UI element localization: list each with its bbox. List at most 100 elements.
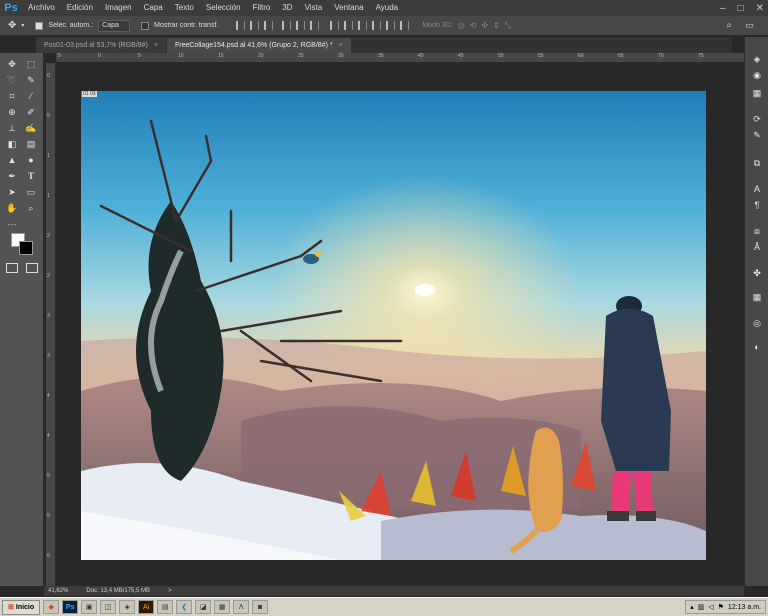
marquee-tool-icon[interactable]: ⬚ <box>24 57 38 71</box>
distribute-vcenter-icon[interactable] <box>344 21 354 30</box>
menu-ayuda[interactable]: Ayuda <box>370 0 405 16</box>
lasso-tool-icon[interactable]: ➰ <box>5 73 19 87</box>
align-bottom-icon[interactable] <box>264 21 274 30</box>
quick-mask-icon[interactable] <box>6 263 18 273</box>
taskbar-app-icon[interactable]: ▤ <box>157 600 174 614</box>
grid-icon[interactable]: ▦ <box>751 291 763 303</box>
layer-comps-icon[interactable]: ⧈ <box>751 225 763 237</box>
taskbar-vscode-icon[interactable]: ❮ <box>176 600 193 614</box>
taskbar-app-icon[interactable]: Λ <box>233 600 250 614</box>
character-icon[interactable]: A <box>751 183 763 195</box>
menu-filtro[interactable]: Filtro <box>247 0 277 16</box>
flag-icon[interactable]: ⚑ <box>718 603 724 611</box>
type-tool-icon[interactable]: T <box>24 169 38 183</box>
zoom-level[interactable]: 41,62% <box>48 588 68 594</box>
close-button[interactable]: ✕ <box>756 3 764 14</box>
layers-3d-icon[interactable]: ◈ <box>751 53 763 65</box>
distribute-bottom-icon[interactable] <box>358 21 368 30</box>
menu-texto[interactable]: Texto <box>169 0 200 16</box>
swatches-icon[interactable]: ▦ <box>751 87 763 99</box>
artboard-image[interactable] <box>81 91 706 560</box>
search-icon[interactable]: ⌕ <box>726 20 732 31</box>
3d-drag-icon[interactable]: ✣ <box>481 21 488 30</box>
align-top-icon[interactable] <box>236 21 246 30</box>
menu-capa[interactable]: Capa <box>138 0 169 16</box>
crop-tool-icon[interactable]: ⌗ <box>5 89 19 103</box>
network-icon[interactable]: ▥ <box>698 603 705 611</box>
background-color-swatch[interactable] <box>19 241 33 255</box>
start-button[interactable]: ⊞ Inicio <box>2 599 41 615</box>
volume-icon[interactable]: ◁ <box>708 603 713 611</box>
tray-arrow-icon[interactable]: ▴ <box>690 603 694 611</box>
auto-select-checkbox[interactable] <box>35 21 44 30</box>
taskbar-app-icon[interactable]: ▣ <box>81 600 98 614</box>
healing-tool-icon[interactable]: ⊕ <box>5 105 19 119</box>
glyphs-icon[interactable]: Å <box>751 241 763 253</box>
taskbar-photoshop-icon[interactable]: Ps <box>62 600 79 614</box>
taskbar-illustrator-icon[interactable]: Ai <box>138 600 155 614</box>
gradient-tool-icon[interactable]: ▤ <box>24 137 38 151</box>
3d-slide-icon[interactable]: ⇕ <box>493 21 500 30</box>
taskbar-app-icon[interactable]: ◫ <box>100 600 117 614</box>
move-tool-icon[interactable]: ✥ <box>8 20 16 31</box>
brush-tool-icon[interactable]: ✐ <box>24 105 38 119</box>
menu-seleccion[interactable]: Selección <box>200 0 247 16</box>
clock[interactable]: 12:13 a.m. <box>728 604 761 611</box>
brush-presets-icon[interactable]: ✎ <box>751 129 763 141</box>
distribute-right-icon[interactable] <box>400 21 410 30</box>
taskbar-brave-icon[interactable]: ◆ <box>43 600 60 614</box>
history-icon[interactable]: ⟳ <box>751 113 763 125</box>
menu-ventana[interactable]: Ventana <box>328 0 369 16</box>
history-brush-tool-icon[interactable]: ✍ <box>24 121 38 135</box>
tab-close-icon[interactable]: × <box>154 42 158 49</box>
auto-select-dropdown[interactable]: Capa <box>98 19 131 32</box>
align-hcenter-icon[interactable] <box>296 21 306 30</box>
3d-roll-icon[interactable]: ⟲ <box>470 21 477 30</box>
screen-mode-icon[interactable] <box>26 263 38 273</box>
status-menu-arrow-icon[interactable]: > <box>168 588 172 594</box>
taskbar-app-icon[interactable]: ◪ <box>195 600 212 614</box>
paths-icon[interactable]: ◎ <box>751 317 763 329</box>
hand-tool-icon[interactable]: ✋ <box>5 201 19 215</box>
photoshop-logo-icon[interactable]: Ps <box>0 0 22 16</box>
minimize-button[interactable]: – <box>720 3 726 14</box>
taskbar-app-icon[interactable]: ◈ <box>119 600 136 614</box>
zoom-tool-icon[interactable]: ⌕ <box>24 201 38 215</box>
menu-archivo[interactable]: Archivo <box>22 0 61 16</box>
more-tools-icon[interactable]: ··· <box>5 217 19 231</box>
clone-source-icon[interactable]: ⧉ <box>751 157 763 169</box>
menu-3d[interactable]: 3D <box>276 0 298 16</box>
eraser-tool-icon[interactable]: ◧ <box>5 137 19 151</box>
eyedropper-tool-icon[interactable]: ⁄ <box>24 89 38 103</box>
tab-pos01[interactable]: Pos01-03.psd al 53,7% (RGB/8#) × <box>36 38 166 53</box>
3d-orbit-icon[interactable]: ◎ <box>458 21 465 30</box>
menu-edicion[interactable]: Edición <box>61 0 99 16</box>
3d-scale-icon[interactable]: ⤡ <box>505 21 511 31</box>
shape-tool-icon[interactable]: ▭ <box>24 185 38 199</box>
align-right-icon[interactable] <box>310 21 320 30</box>
maximize-button[interactable]: □ <box>738 3 744 14</box>
blur-tool-icon[interactable]: ▲ <box>5 153 19 167</box>
path-select-tool-icon[interactable]: ➤ <box>5 185 19 199</box>
distribute-left-icon[interactable] <box>372 21 382 30</box>
paragraph-icon[interactable]: ¶ <box>751 199 763 211</box>
quick-select-tool-icon[interactable]: ✎ <box>24 73 38 87</box>
menu-vista[interactable]: Vista <box>299 0 329 16</box>
menu-imagen[interactable]: Imagen <box>99 0 138 16</box>
tool-preset-dropdown-icon[interactable]: ▾ <box>21 22 24 29</box>
dodge-tool-icon[interactable]: ● <box>24 153 38 167</box>
tab-close-icon[interactable]: × <box>339 42 343 49</box>
show-transform-checkbox[interactable] <box>141 21 150 30</box>
stamp-tool-icon[interactable]: ⊥ <box>5 121 19 135</box>
distribute-hcenter-icon[interactable] <box>386 21 396 30</box>
styles-icon[interactable]: ✤ <box>751 267 763 279</box>
taskbar-app-icon[interactable]: ◙ <box>252 600 269 614</box>
tab-freecollage[interactable]: FreeCollage154.psd al 41,6% (Grupo 2, RG… <box>166 38 351 53</box>
move-tool-icon[interactable]: ✥ <box>5 57 19 71</box>
workspace-icon[interactable]: ▭ <box>745 20 754 31</box>
align-vcenter-icon[interactable] <box>250 21 260 30</box>
pen-tool-icon[interactable]: ✒ <box>5 169 19 183</box>
distribute-top-icon[interactable] <box>330 21 340 30</box>
align-left-icon[interactable] <box>282 21 292 30</box>
adjustments-icon[interactable]: ◐ <box>751 341 763 353</box>
